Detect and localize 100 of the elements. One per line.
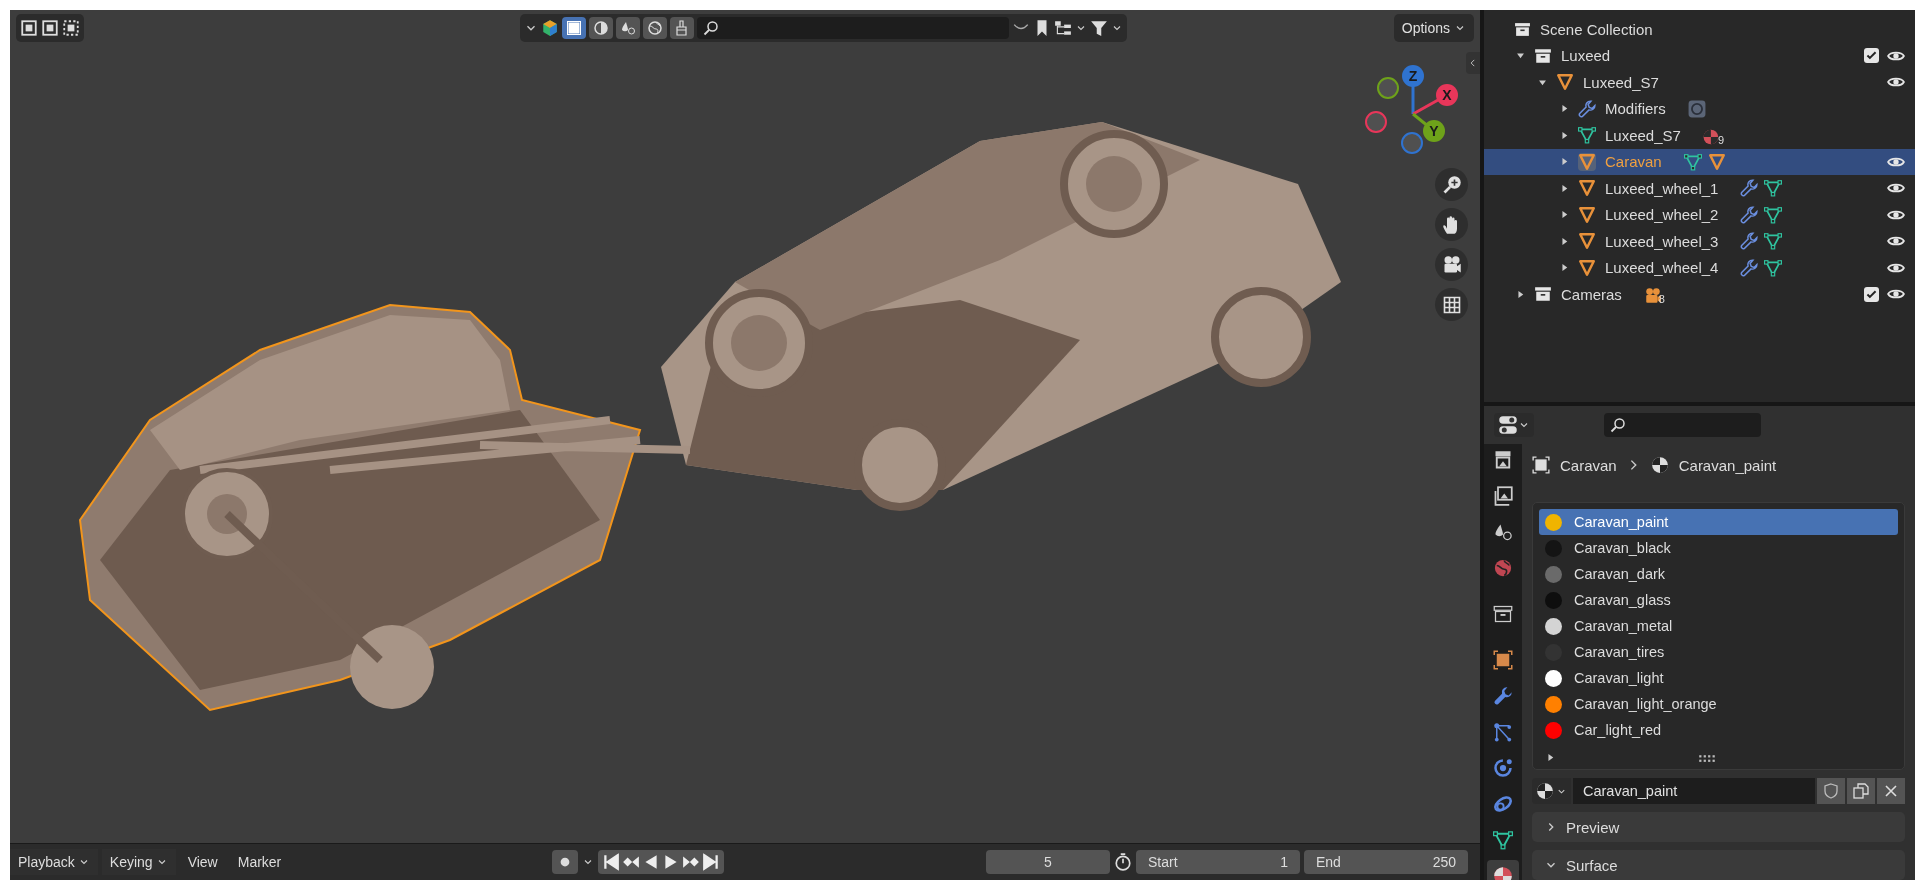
toggle-icon (1498, 415, 1518, 435)
grid-button[interactable] (1435, 288, 1468, 321)
expand-triangle-icon[interactable] (1545, 752, 1556, 763)
sphere-icon (1493, 866, 1513, 880)
material-icon (1650, 456, 1669, 475)
triangle-icon (1578, 179, 1596, 198)
current-frame-field[interactable]: 5 (986, 850, 1110, 874)
grip-icon[interactable] (1699, 752, 1715, 763)
end-frame-field[interactable]: End 250 (1304, 850, 1468, 874)
material-slot[interactable]: Car_light_red (1539, 717, 1898, 744)
close-button[interactable] (1877, 778, 1905, 804)
select-mode-icon[interactable] (62, 19, 80, 37)
panel-header[interactable]: Surface (1532, 850, 1905, 880)
shading-button[interactable] (643, 17, 667, 39)
cube-icon[interactable] (541, 19, 559, 37)
box-icon (1534, 285, 1552, 304)
menu-button[interactable]: Keying (101, 849, 176, 875)
outliner-row[interactable]: Luxeed_wheel_4 (1484, 254, 1915, 281)
select-mode-icon[interactable] (41, 19, 59, 37)
material-name-field[interactable]: Caravan_paint (1573, 778, 1815, 804)
record-button[interactable] (551, 850, 578, 874)
material-slot[interactable]: Caravan_light_orange (1539, 691, 1898, 718)
material-slot[interactable]: Caravan_glass (1539, 587, 1898, 614)
outliner-item-label: Luxeed_wheel_2 (1605, 206, 1719, 224)
copy-button[interactable] (1847, 778, 1875, 804)
panel-header[interactable]: Preview (1532, 812, 1905, 842)
material-slot[interactable]: Caravan_dark (1539, 561, 1898, 588)
axis-handle[interactable]: Y (1412, 112, 1445, 142)
shield-button[interactable] (1817, 778, 1845, 804)
chevron-icon (1468, 58, 1478, 68)
square-icon (1493, 650, 1513, 670)
zoom-button[interactable] (1435, 168, 1468, 201)
stopwatch-icon[interactable] (1114, 853, 1132, 871)
outliner-row[interactable]: Caravan (1484, 148, 1915, 175)
axis-handle[interactable] (1401, 132, 1423, 154)
nodes-icon (1493, 722, 1513, 742)
field-label: End (1316, 854, 1341, 870)
outliner-item-label: Luxeed_S7 (1583, 73, 1659, 91)
hierarchy-icon[interactable] (1054, 19, 1072, 37)
outliner-row[interactable]: Modifiers (1484, 95, 1915, 122)
mesh-icon (1764, 205, 1783, 224)
select-mode-icon[interactable] (20, 19, 38, 37)
jump-start-icon[interactable] (601, 853, 620, 871)
material-slot[interactable]: Caravan_metal (1539, 613, 1898, 640)
options-dropdown[interactable]: Options (1393, 14, 1474, 42)
item-count: 8 (1658, 293, 1665, 306)
triangle-icon (1578, 232, 1596, 251)
orbit-icon (1493, 758, 1513, 778)
menu-button[interactable]: Marker (229, 849, 290, 875)
checkbox[interactable] (1864, 286, 1879, 302)
outliner-row[interactable]: Luxeed_wheel_3 (1484, 228, 1915, 255)
shading-button[interactable] (670, 17, 694, 39)
close-icon (1883, 783, 1899, 799)
material-slot[interactable]: Caravan_tires (1539, 639, 1898, 666)
field-value: 250 (1432, 854, 1456, 870)
sidebar-toggle[interactable] (1466, 52, 1480, 74)
material-slot[interactable]: Caravan_paint (1539, 509, 1898, 536)
outliner-row[interactable]: Luxeed_wheel_2 (1484, 201, 1915, 228)
outliner-row[interactable]: Luxeed_S7 (1484, 69, 1915, 96)
shading-button[interactable] (589, 17, 613, 39)
search-icon (1610, 417, 1626, 433)
material-slot[interactable]: Caravan_black (1539, 535, 1898, 562)
material-browse-dropdown[interactable] (1532, 778, 1571, 804)
menu-button[interactable]: View (179, 849, 226, 875)
breadcrumb-item[interactable]: Caravan_paint (1678, 456, 1777, 474)
box-icon (1534, 46, 1552, 65)
material-slot[interactable]: Caravan_light (1539, 665, 1898, 692)
filter-icon[interactable] (1090, 19, 1108, 37)
globe-icon (1493, 558, 1513, 578)
mesh-icon (1764, 258, 1783, 277)
search-field[interactable] (1604, 413, 1761, 437)
outliner-row[interactable]: Luxeed_wheel_1 (1484, 175, 1915, 202)
editor-type-dropdown[interactable] (1494, 413, 1534, 437)
camera-button[interactable] (1435, 248, 1468, 281)
shading-button[interactable] (616, 17, 640, 39)
jump-end-icon[interactable] (701, 853, 720, 871)
printer-icon (1493, 450, 1513, 470)
outliner-row[interactable]: Cameras 8 (1484, 281, 1915, 308)
axis-handle[interactable] (1377, 77, 1399, 99)
hand-button[interactable] (1435, 208, 1468, 241)
checkbox[interactable] (1864, 48, 1879, 64)
wrench-icon (1740, 179, 1759, 198)
field-value: 1 (1280, 854, 1288, 870)
shading-button[interactable] (562, 17, 586, 39)
start-frame-field[interactable]: Start 1 (1136, 850, 1300, 874)
outliner-row[interactable]: Luxeed (1484, 42, 1915, 69)
axis-handle[interactable] (1365, 111, 1387, 133)
mesh-icon (1764, 179, 1783, 198)
search-field[interactable] (697, 17, 1009, 39)
axis-handle[interactable]: Z (1402, 65, 1424, 114)
triangle-icon (1707, 152, 1726, 171)
outliner-row[interactable]: Luxeed_S7 9 (1484, 122, 1915, 149)
wrench-icon (1740, 232, 1759, 251)
square-icon (566, 20, 582, 36)
menu-button[interactable]: Playback (10, 849, 98, 875)
outliner-item[interactable]: Scene Collection (1540, 20, 1653, 38)
grid-icon (1441, 294, 1462, 315)
breadcrumb-item[interactable]: Caravan (1560, 456, 1617, 474)
axis-handle[interactable]: X (1412, 84, 1458, 116)
mesh-icon (1578, 126, 1596, 145)
